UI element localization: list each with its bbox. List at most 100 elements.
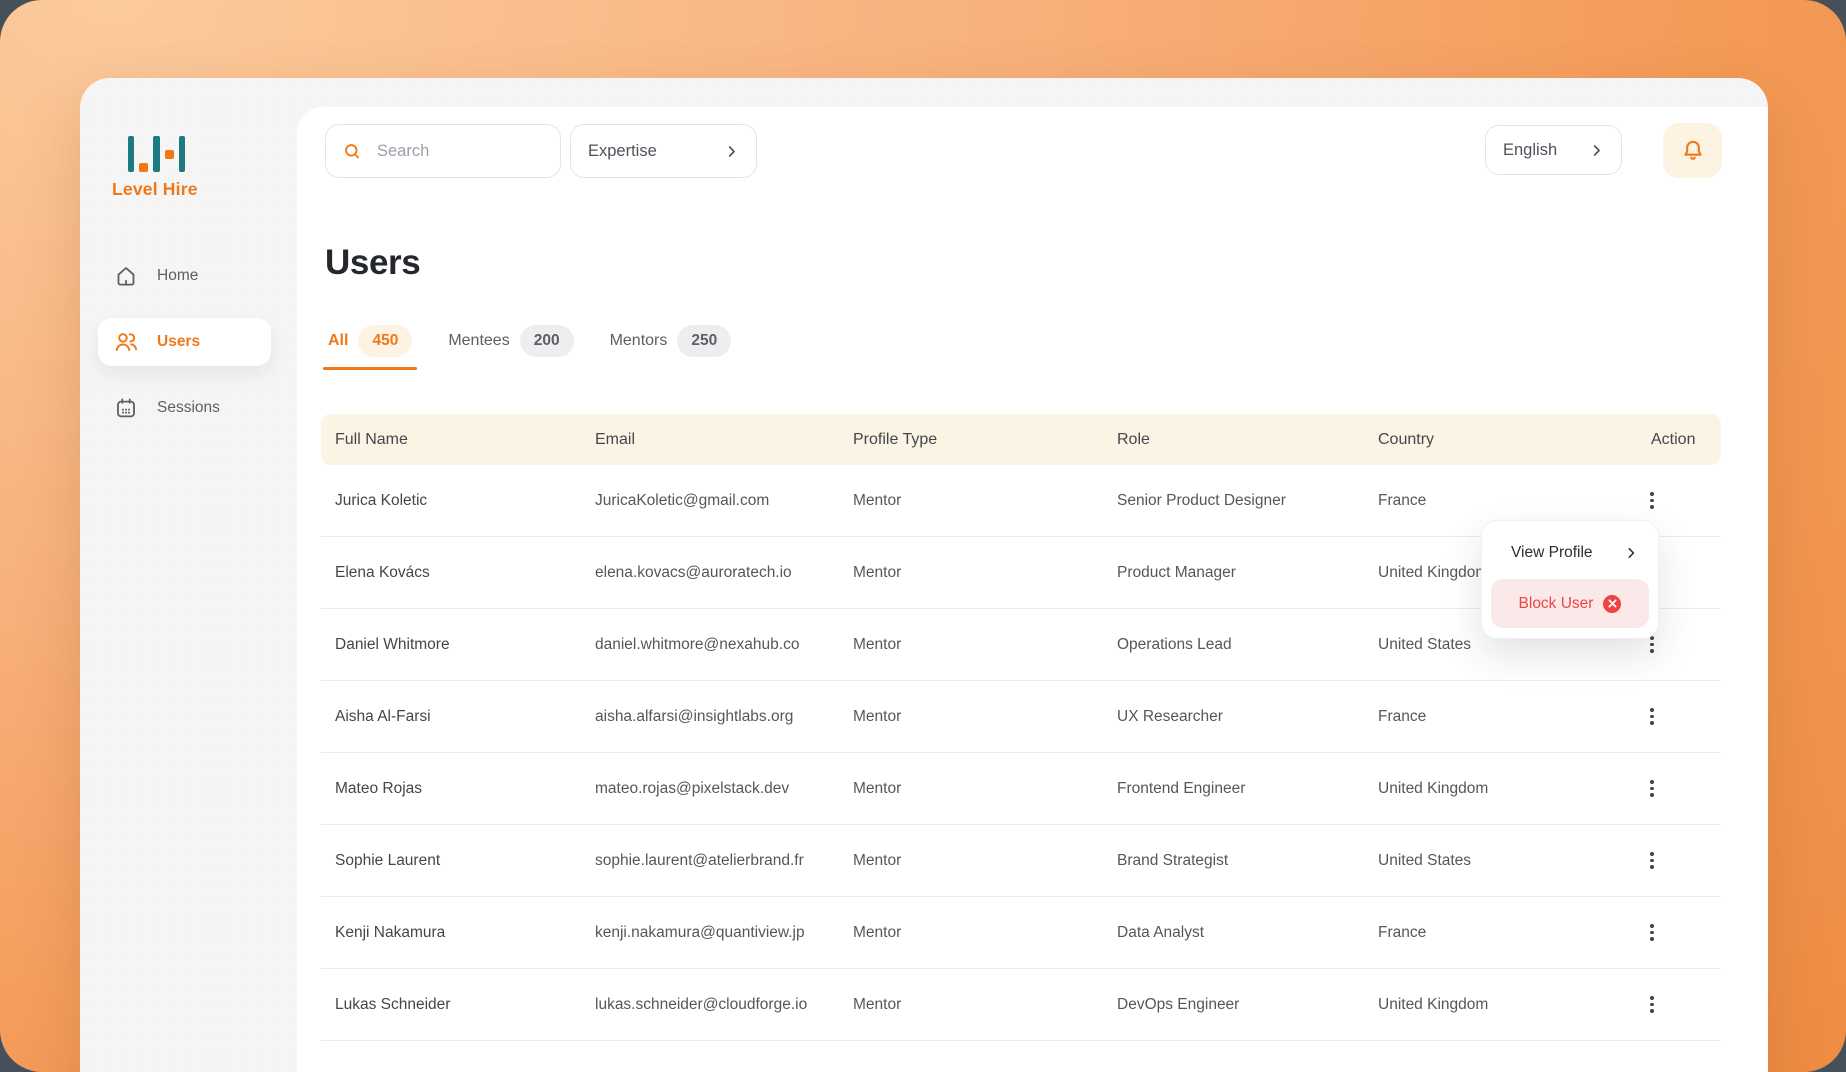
cell-role: DevOps Engineer xyxy=(1117,995,1240,1013)
cell-profile-type: Mentor xyxy=(853,923,902,941)
tab-mentors[interactable]: Mentors 250 xyxy=(605,325,737,370)
screenshot-root: Level Hire Home Users Sessions Search Ex… xyxy=(0,0,1846,1072)
chevron-right-icon xyxy=(724,144,739,159)
cell-name: Lukas Schneider xyxy=(335,995,451,1013)
language-select[interactable]: English xyxy=(1485,125,1622,175)
cell-role: Brand Strategist xyxy=(1117,851,1229,869)
cell-name: Sophie Laurent xyxy=(335,851,441,869)
home-icon xyxy=(113,263,139,289)
tab-count-badge: 250 xyxy=(677,325,732,357)
expertise-filter-label: Expertise xyxy=(588,141,657,160)
column-header: Role xyxy=(1117,430,1150,448)
cell-profile-type: Mentor xyxy=(853,779,902,797)
cell-name: Kenji Nakamura xyxy=(335,923,446,941)
cell-country: France xyxy=(1378,707,1427,725)
row-actions-kebab-button[interactable] xyxy=(1643,920,1661,946)
language-select-label: English xyxy=(1503,140,1558,159)
tab-label: Mentors xyxy=(609,332,668,349)
cell-action xyxy=(1637,704,1721,730)
users-icon xyxy=(113,329,139,355)
sidebar-item-sessions[interactable]: Sessions xyxy=(98,384,271,432)
table-row: Aisha Al-Farsi aisha.alfarsi@insightlabs.… xyxy=(321,681,1721,753)
tab-count-badge: 450 xyxy=(358,325,413,357)
cell-email: mateo.rojas@pixelstack.dev xyxy=(595,779,790,797)
row-actions-kebab-button[interactable] xyxy=(1643,992,1661,1018)
expertise-filter[interactable]: Expertise xyxy=(570,124,757,178)
cell-name: Elena Kovács xyxy=(335,563,430,581)
cell-role: UX Researcher xyxy=(1117,707,1223,725)
table-row: Sophie Laurent sophie.laurent@atelierbran… xyxy=(321,825,1721,897)
cell-country: France xyxy=(1378,923,1427,941)
tab-mentees[interactable]: Mentees 200 xyxy=(443,325,578,370)
brand-logo: Level Hire xyxy=(112,136,198,200)
column-header: Profile Type xyxy=(853,430,938,448)
cell-role: Product Manager xyxy=(1117,563,1236,581)
table-row: Kenji Nakamura kenji.nakamura@quantiview.… xyxy=(321,897,1721,969)
cell-name: Daniel Whitmore xyxy=(335,635,450,653)
search-icon xyxy=(342,141,363,162)
row-actions-kebab-button[interactable] xyxy=(1643,776,1661,802)
cell-profile-type: Mentor xyxy=(853,563,902,581)
cell-profile-type: Mentor xyxy=(853,995,902,1013)
cell-role: Senior Product Designer xyxy=(1117,491,1286,509)
cell-action xyxy=(1637,920,1721,946)
sidebar-item-home[interactable]: Home xyxy=(98,252,271,300)
column-header: Country xyxy=(1378,430,1435,448)
block-user-menu-item[interactable]: Block User xyxy=(1491,579,1649,628)
row-actions-kebab-button[interactable] xyxy=(1643,704,1661,730)
chevron-right-icon xyxy=(1589,143,1604,158)
cell-action xyxy=(1637,488,1721,514)
calendar-icon xyxy=(113,395,139,421)
column-header: Full Name xyxy=(335,430,408,448)
view-profile-label: View Profile xyxy=(1511,544,1593,561)
cell-name: Mateo Rojas xyxy=(335,779,423,797)
brand-name: Level Hire xyxy=(112,179,198,199)
logo-square xyxy=(139,163,149,172)
chevron-right-icon xyxy=(1624,546,1638,560)
logo-bar xyxy=(128,136,135,172)
column-header: Action xyxy=(1651,430,1696,448)
sidebar-item-label: Sessions xyxy=(157,399,220,416)
cell-action xyxy=(1637,776,1721,802)
tab-count-badge: 200 xyxy=(519,325,574,357)
cell-country: United Kingdom xyxy=(1378,995,1489,1013)
cell-email: kenji.nakamura@quantiview.jp xyxy=(595,923,805,941)
tab-all[interactable]: All 450 xyxy=(323,325,418,370)
block-x-icon xyxy=(1603,594,1622,613)
brand-logo-icon xyxy=(128,136,185,172)
notifications-button[interactable] xyxy=(1663,123,1722,178)
users-table: Full Name Email Profile Type Role Country Act… xyxy=(321,414,1721,1041)
cell-email: sophie.laurent@atelierbrand.fr xyxy=(595,851,804,869)
column-header: Email xyxy=(595,430,636,448)
main-content: Expertise English xyxy=(297,107,1768,1072)
app-card: Level Hire Home Users Sessions Search Ex… xyxy=(80,78,1768,1072)
row-context-menu: View Profile Block User xyxy=(1481,520,1659,639)
cell-action xyxy=(1637,848,1721,874)
row-actions-kebab-button[interactable] xyxy=(1643,848,1661,874)
cell-email: aisha.alfarsi@insightlabs.org xyxy=(595,707,794,725)
logo-bar xyxy=(178,136,185,172)
sidebar-item-label: Users xyxy=(157,333,201,350)
cell-role: Operations Lead xyxy=(1117,635,1232,653)
search-input[interactable] xyxy=(375,140,544,162)
cell-role: Data Analyst xyxy=(1117,923,1205,941)
row-actions-kebab-button[interactable] xyxy=(1643,488,1661,514)
cell-email: lukas.schneider@cloudforge.io xyxy=(595,995,808,1013)
tab-label: Mentees xyxy=(448,332,510,349)
view-profile-menu-item[interactable]: View Profile xyxy=(1482,528,1658,578)
cell-email: JuricaKoletic@gmail.com xyxy=(595,491,770,509)
sidebar-item-users[interactable]: Users xyxy=(98,318,271,366)
bell-icon xyxy=(1680,138,1706,164)
cell-role: Frontend Engineer xyxy=(1117,779,1246,797)
sidebar: Level Hire Home Users Sessions xyxy=(80,78,297,1072)
tab-label: All xyxy=(328,332,349,349)
cell-name: Aisha Al-Farsi xyxy=(335,707,431,725)
sidebar-item-label: Home xyxy=(157,267,199,284)
cell-profile-type: Mentor xyxy=(853,707,902,725)
user-filter-tabs: All 450 Mentees 200 Mentors 250 xyxy=(323,325,736,370)
cell-name: Jurica Koletic xyxy=(335,491,428,509)
app-background: Level Hire Home Users Sessions Search Ex… xyxy=(0,0,1846,1072)
cell-action xyxy=(1637,992,1721,1018)
table-row: Mateo Rojas mateo.rojas@pixelstack.dev Men… xyxy=(321,753,1721,825)
block-user-label: Block User xyxy=(1518,594,1594,612)
